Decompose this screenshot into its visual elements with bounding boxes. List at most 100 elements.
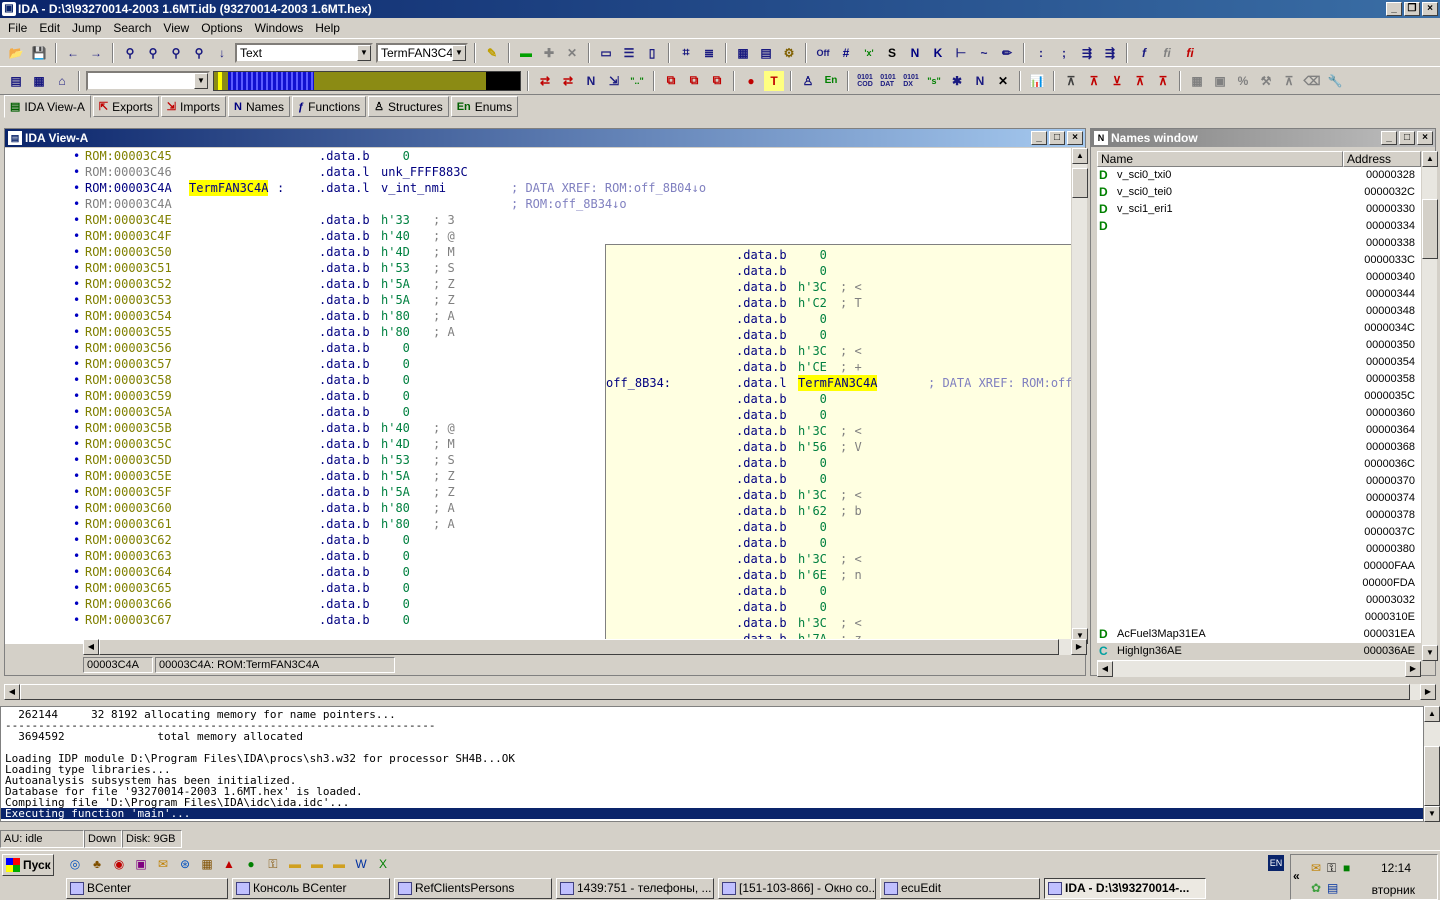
home-icon[interactable]: ⌂ (52, 71, 72, 91)
comment-icon[interactable]: : (1031, 43, 1051, 63)
tab-structures[interactable]: ♙ Structures (368, 96, 449, 117)
line-operand[interactable]: h'53 (381, 260, 410, 276)
names-row[interactable]: C HighIgn36AE 000036AE (1097, 643, 1421, 660)
search-text-icon[interactable]: ⚲ (166, 43, 186, 63)
jump-icon[interactable]: ↓ (212, 43, 232, 63)
line-operand[interactable]: 0 (381, 356, 410, 372)
line-address[interactable]: ROM:00003C56 (85, 340, 172, 356)
line-operand[interactable]: 0 (381, 580, 410, 596)
names-row[interactable]: 0000035C (1097, 388, 1421, 405)
task-window-151[interactable]: [151-103-866] - Окно со... (718, 878, 876, 899)
tray-expand-icon[interactable]: « (1293, 869, 1300, 883)
panel-close-button[interactable]: × (1417, 131, 1433, 145)
maximize-button[interactable]: ❐ (1404, 2, 1420, 16)
line-operand[interactable]: 0 (381, 340, 410, 356)
window-title-bar[interactable]: ▣ IDA - D:\3\93270014-2003 1.6MT.idb (93… (0, 0, 1440, 18)
names-row[interactable]: 00000338 (1097, 235, 1421, 252)
calendar-icon[interactable]: ▦ (198, 855, 216, 873)
line-operand[interactable]: h'80 (381, 516, 410, 532)
scroll-left-button[interactable]: ◀ (83, 639, 99, 655)
task-ida[interactable]: IDA - D:\3\93270014-... (1044, 878, 1206, 899)
menu-edit[interactable]: Edit (33, 21, 66, 35)
names-row[interactable]: Dv_sci0_tei0 0000032C (1097, 184, 1421, 201)
panel-minimize-button[interactable]: _ (1031, 131, 1047, 145)
names-row[interactable]: 0000034C (1097, 320, 1421, 337)
excel-icon[interactable]: X (374, 855, 392, 873)
chevron-down-icon[interactable]: ▼ (357, 44, 371, 61)
menu-file[interactable]: File (2, 21, 33, 35)
list-icon[interactable]: ≣ (699, 43, 719, 63)
name-select[interactable]: TermFAN3C4A ▼ (376, 42, 468, 63)
output-vertical-scrollbar[interactable]: ▲ ▼ (1424, 706, 1440, 822)
function-delete-icon[interactable]: fi (1180, 43, 1200, 63)
desktop-horizontal-scrollbar[interactable]: ◀ ▶ (4, 684, 1436, 700)
tab-functions[interactable]: ƒ Functions (291, 96, 367, 117)
disassembly-listing[interactable]: • ROM:00003C45 .data.b 0 • ROM:00003C46 .data… (5, 148, 1071, 644)
window-cascade-icon[interactable]: ▭ (596, 43, 616, 63)
line-address[interactable]: ROM:00003C59 (85, 388, 172, 404)
line-operand[interactable]: h'33 (381, 212, 410, 228)
rename-icon[interactable]: N (970, 71, 990, 91)
task-ecuedit[interactable]: ecuEdit (880, 878, 1040, 899)
tree-icon[interactable]: ⊼ (1279, 71, 1299, 91)
task-bcenter[interactable]: BCenter (66, 878, 228, 899)
scroll-left-button[interactable]: ◀ (4, 684, 20, 700)
function-icon[interactable]: f (1134, 43, 1154, 63)
names-row[interactable]: 00000FDA (1097, 575, 1421, 592)
tab-enums[interactable]: En Enums (450, 96, 519, 117)
disk-icon[interactable]: ▣ (132, 855, 150, 873)
line-operand[interactable]: h'5A (381, 484, 410, 500)
ida-view-title-bar[interactable]: ▤ IDA View-A _ □ × (5, 129, 1085, 147)
line-operand[interactable]: h'40 (381, 420, 410, 436)
delete-icon[interactable]: ✕ (562, 43, 582, 63)
line-label[interactable]: TermFAN3C4A (189, 180, 269, 196)
line-address[interactable]: ROM:00003C5F (85, 484, 172, 500)
names-window-title-bar[interactable]: N Names window _ □ × (1091, 129, 1435, 147)
search-immediate-icon[interactable]: ⚲ (189, 43, 209, 63)
line-operand[interactable]: 0 (381, 372, 410, 388)
names-row[interactable]: 00000340 (1097, 269, 1421, 286)
cross-icon[interactable]: ✕ (993, 71, 1013, 91)
language-indicator[interactable]: EN (1268, 855, 1284, 871)
open-file-icon[interactable]: 📂 (6, 43, 26, 63)
scroll-up-button[interactable]: ▲ (1424, 706, 1440, 722)
line-operand[interactable]: h'5A (381, 276, 410, 292)
names-row[interactable]: 00000354 (1097, 354, 1421, 371)
enums-icon[interactable]: En (821, 71, 841, 91)
search-binoculars-icon[interactable]: ⚲ (120, 43, 140, 63)
segments-icon[interactable]: ⧉ (661, 71, 681, 91)
scroll-left-button[interactable]: ◀ (1097, 661, 1113, 677)
menu-view[interactable]: View (157, 21, 195, 35)
close-button[interactable]: × (1422, 2, 1438, 16)
calculator-2-icon[interactable]: ▦ (1187, 71, 1207, 91)
text-file-icon[interactable]: ▤ (6, 71, 26, 91)
graph-icon[interactable]: ⌗ (676, 43, 696, 63)
folder-icon[interactable]: ▬ (286, 855, 304, 873)
selectors-icon[interactable]: ⧉ (707, 71, 727, 91)
line-xref-comment[interactable]: ; DATA XREF: ROM:off_8B04↓o (511, 180, 706, 196)
line-operand[interactable]: 0 (381, 532, 410, 548)
scroll-right-button[interactable]: ▶ (1071, 639, 1087, 655)
folder-icon[interactable]: ▬ (330, 855, 348, 873)
media-icon[interactable]: ◉ (110, 855, 128, 873)
undefine-icon[interactable]: 0101 DX (901, 71, 921, 91)
function-edit-icon[interactable]: fi (1157, 43, 1177, 63)
line-operand[interactable]: 0 (381, 612, 410, 628)
hex-view-icon[interactable]: ▤ (756, 43, 776, 63)
scroll-thumb[interactable] (1424, 746, 1440, 806)
names-row[interactable]: 00000360 (1097, 405, 1421, 422)
offset-icon[interactable]: Off (813, 43, 833, 63)
task-phones[interactable]: 1439:751 - телефоны, ... (556, 878, 714, 899)
line-address[interactable]: ROM:00003C46 (85, 164, 172, 180)
repeatable-comment-icon[interactable]: ; (1054, 43, 1074, 63)
output-line[interactable]: 3694592 total memory allocated (5, 731, 303, 742)
browser-icon[interactable]: ◎ (66, 855, 84, 873)
names-row[interactable]: 0000033C (1097, 252, 1421, 269)
data-icon[interactable]: 0101 DAT (878, 71, 898, 91)
line-operand[interactable]: h'5A (381, 468, 410, 484)
char-icon[interactable]: 'x' (859, 43, 879, 63)
scroll-thumb[interactable] (1072, 168, 1088, 198)
calc-icon[interactable]: ▦ (29, 71, 49, 91)
navigation-band[interactable] (213, 70, 521, 91)
key-icon[interactable]: ⚿ (264, 855, 282, 873)
